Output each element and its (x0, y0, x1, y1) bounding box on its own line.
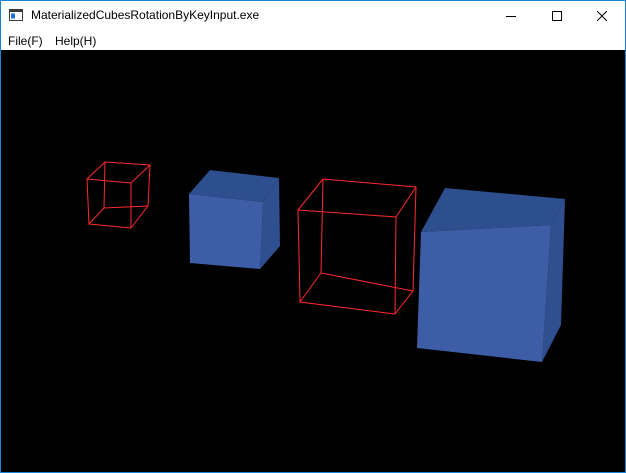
solid-cube-small (189, 170, 280, 269)
menu-file[interactable]: File(F) (8, 34, 43, 48)
app-window-icon (9, 9, 23, 21)
maximize-button[interactable] (534, 1, 580, 31)
minimize-icon (506, 16, 516, 17)
app-window: MaterializedCubesRotationByKeyInput.exe … (0, 0, 626, 473)
close-button[interactable] (579, 1, 625, 31)
minimize-button[interactable] (488, 1, 534, 31)
menu-bar: File(F) Help(H) (1, 31, 625, 50)
maximize-icon (552, 11, 562, 21)
scene-canvas (1, 50, 625, 472)
close-icon (597, 11, 607, 21)
menu-help[interactable]: Help(H) (55, 34, 96, 48)
window-title: MaterializedCubesRotationByKeyInput.exe (31, 8, 260, 22)
render-viewport[interactable] (1, 50, 625, 472)
solid-cube-large (417, 188, 565, 362)
title-bar[interactable]: MaterializedCubesRotationByKeyInput.exe (1, 1, 625, 31)
